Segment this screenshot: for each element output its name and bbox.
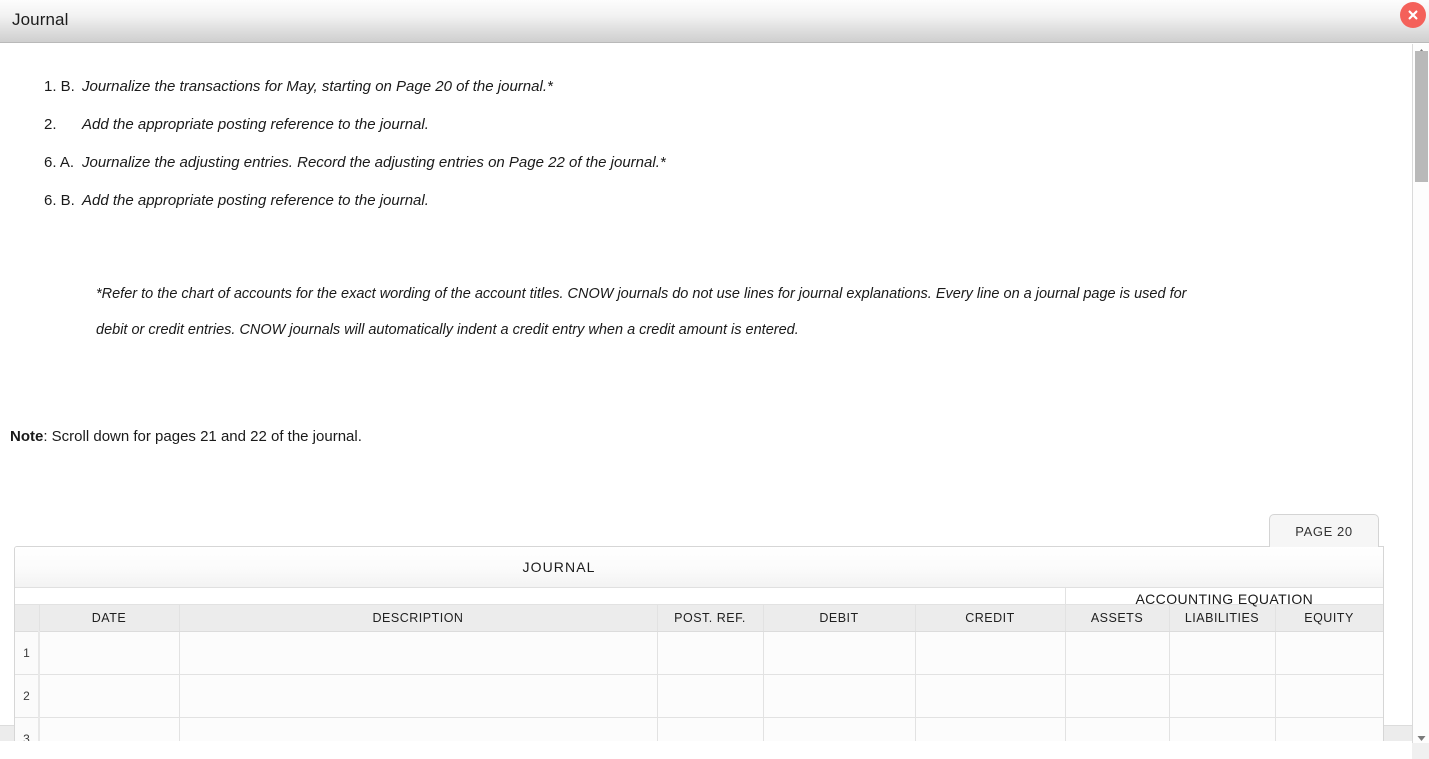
column-header-row: DATE DESCRIPTION POST. REF. DEBIT CREDIT… xyxy=(15,603,1383,632)
note-label: Note xyxy=(10,428,44,445)
vertical-scrollbar-thumb[interactable] xyxy=(1415,51,1428,182)
note-text: : Scroll down for pages 21 and 22 of the… xyxy=(43,428,362,445)
cell-description[interactable] xyxy=(178,673,658,718)
cell-liabilities[interactable] xyxy=(1168,630,1276,675)
journal-window: Journal 1. B. Journalize the transaction… xyxy=(0,0,1429,759)
instruction-text: Journalize the transactions for May, sta… xyxy=(82,78,553,95)
table-row: 2 xyxy=(15,673,1383,718)
row-number: 3 xyxy=(15,716,40,741)
cell-debit[interactable] xyxy=(762,716,916,741)
column-header-assets: ASSETS xyxy=(1064,603,1170,632)
table-row: 3 xyxy=(15,716,1383,741)
instruction-number: 6. B. xyxy=(44,192,75,209)
cell-assets[interactable] xyxy=(1064,716,1170,741)
cell-credit[interactable] xyxy=(914,673,1066,718)
table-row: 1 xyxy=(15,630,1383,675)
instruction-number: 2. xyxy=(44,116,57,133)
list-item: 6. A. Journalize the adjusting entries. … xyxy=(0,154,1340,192)
instruction-text: Journalize the adjusting entries. Record… xyxy=(82,154,666,171)
instruction-text: Add the appropriate posting reference to… xyxy=(82,116,429,133)
cell-date[interactable] xyxy=(38,716,180,741)
instruction-list: 1. B. Journalize the transactions for Ma… xyxy=(0,78,1340,230)
note-line: Note: Scroll down for pages 21 and 22 of… xyxy=(10,428,362,445)
chevron-down-icon xyxy=(1417,735,1426,741)
cell-assets[interactable] xyxy=(1064,673,1170,718)
tab-page-20[interactable]: PAGE 20 xyxy=(1269,514,1379,547)
column-header-liabilities: LIABILITIES xyxy=(1168,603,1276,632)
cell-assets[interactable] xyxy=(1064,630,1170,675)
document-content: 1. B. Journalize the transactions for Ma… xyxy=(0,44,1412,741)
cell-description[interactable] xyxy=(178,716,658,741)
cell-equity[interactable] xyxy=(1274,630,1383,675)
group-blank-cell xyxy=(15,587,1065,604)
cell-equity[interactable] xyxy=(1274,673,1383,718)
close-icon xyxy=(1408,10,1418,20)
cell-post-ref[interactable] xyxy=(656,673,764,718)
column-header-equity: EQUITY xyxy=(1274,603,1383,632)
list-item: 6. B. Add the appropriate posting refere… xyxy=(0,192,1340,230)
cell-liabilities[interactable] xyxy=(1168,673,1276,718)
list-item: 1. B. Journalize the transactions for Ma… xyxy=(0,78,1340,116)
cell-date[interactable] xyxy=(38,673,180,718)
cell-credit[interactable] xyxy=(914,716,1066,741)
list-item: 2. Add the appropriate posting reference… xyxy=(0,116,1340,154)
cell-equity[interactable] xyxy=(1274,716,1383,741)
cell-description[interactable] xyxy=(178,630,658,675)
cell-debit[interactable] xyxy=(762,630,916,675)
journal-title: JOURNAL xyxy=(522,558,596,575)
journal-title-row: JOURNAL xyxy=(15,547,1383,588)
journal-title-cell: JOURNAL xyxy=(15,547,1383,588)
close-button[interactable] xyxy=(1400,2,1426,28)
instruction-number: 1. B. xyxy=(44,78,75,95)
row-number: 2 xyxy=(15,673,40,718)
cell-post-ref[interactable] xyxy=(656,630,764,675)
column-header-post-ref: POST. REF. xyxy=(656,603,764,632)
vertical-scrollbar[interactable] xyxy=(1412,44,1429,759)
column-header-debit: DEBIT xyxy=(762,603,916,632)
window-titlebar: Journal xyxy=(0,0,1429,43)
journal-table-container: JOURNAL ACCOUNTING EQUATION DATE DESCRIP… xyxy=(14,546,1384,741)
row-number: 1 xyxy=(15,630,40,675)
cell-post-ref[interactable] xyxy=(656,716,764,741)
rownum-header xyxy=(15,603,40,632)
instruction-number: 6. A. xyxy=(44,154,75,171)
column-header-description: DESCRIPTION xyxy=(178,603,658,632)
accounting-equation-group-cell: ACCOUNTING EQUATION xyxy=(1064,587,1383,607)
cell-credit[interactable] xyxy=(914,630,1066,675)
cell-liabilities[interactable] xyxy=(1168,716,1276,741)
accounting-equation-label: ACCOUNTING EQUATION xyxy=(1135,590,1314,607)
column-header-date: DATE xyxy=(38,603,180,632)
column-header-credit: CREDIT xyxy=(914,603,1066,632)
journal-table: JOURNAL ACCOUNTING EQUATION DATE DESCRIP… xyxy=(15,547,1383,741)
scrollbar-corner xyxy=(1412,743,1429,759)
window-title: Journal xyxy=(12,10,69,29)
instruction-text: Add the appropriate posting reference to… xyxy=(82,192,429,209)
footnote-text: *Refer to the chart of accounts for the … xyxy=(96,286,1187,338)
cell-date[interactable] xyxy=(38,630,180,675)
cell-debit[interactable] xyxy=(762,673,916,718)
group-header-row: ACCOUNTING EQUATION xyxy=(15,587,1383,607)
